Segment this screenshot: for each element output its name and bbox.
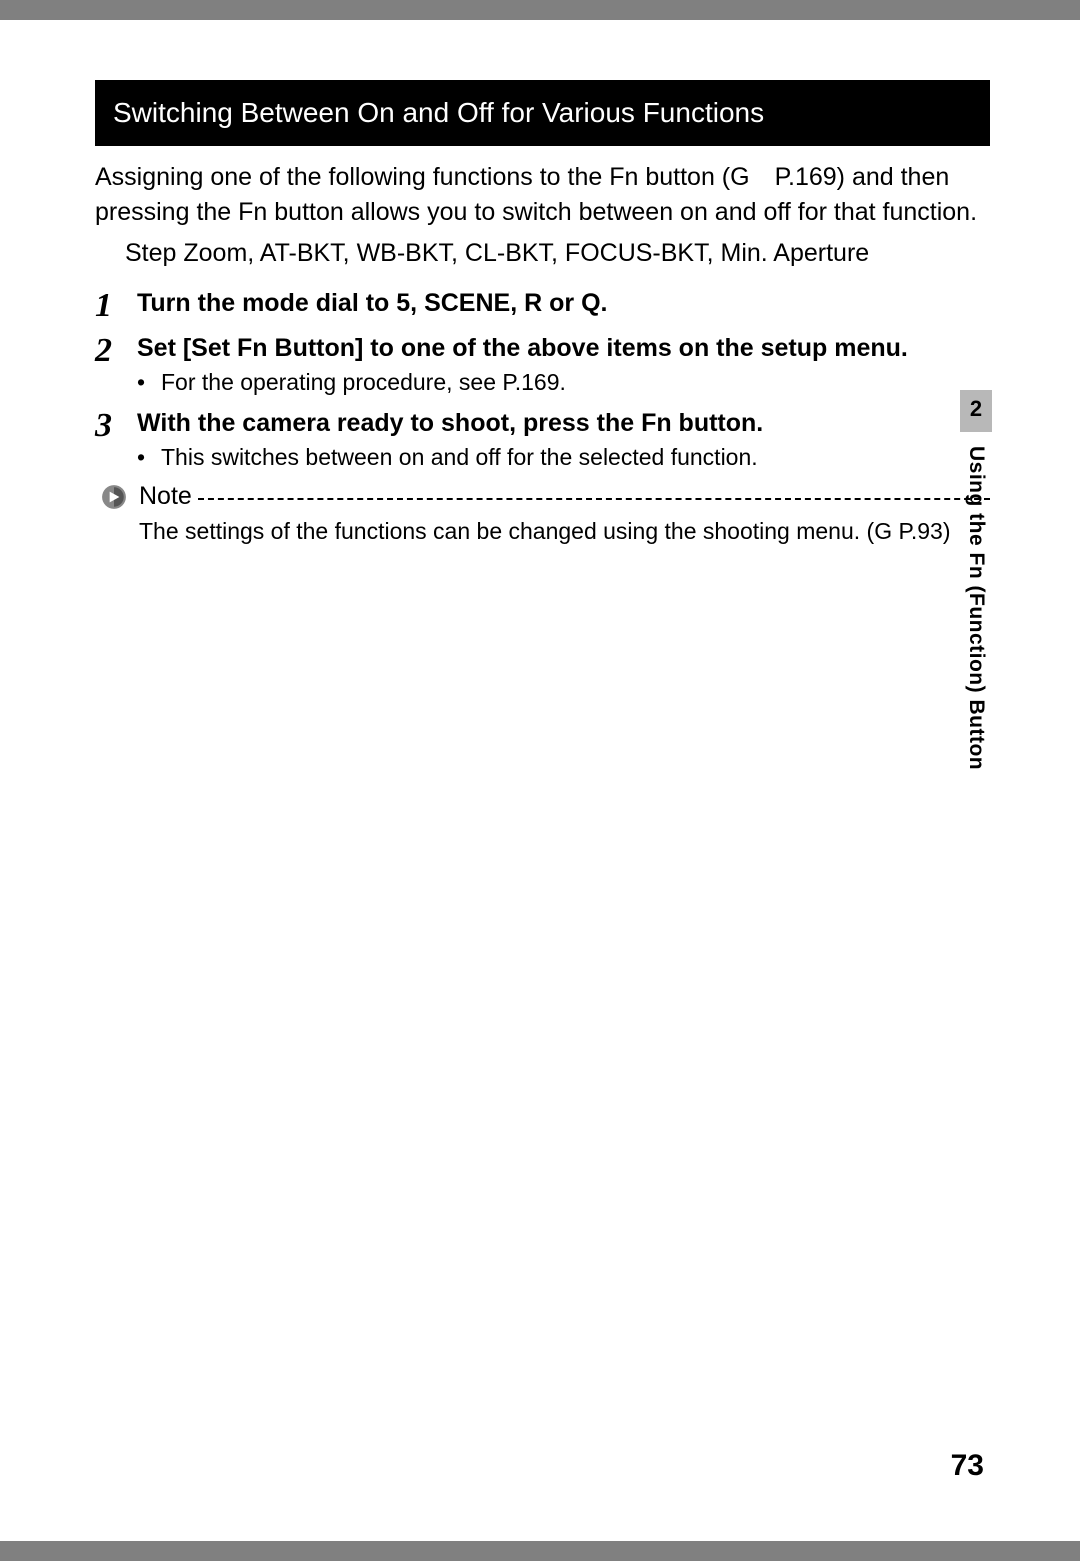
text: Turn the mode dial to [137,289,396,317]
side-tab-number: 2 [960,390,992,432]
step-sub-text: This switches between on and off for the… [161,444,758,470]
note-icon [101,484,127,510]
step-body: Turn the mode dial to 5, SCENE, R or Q. [137,287,990,321]
page-number: 73 [951,1449,984,1483]
step-sub-text: For the operating procedure, see P.169. [161,369,566,395]
step-1: 1 Turn the mode dial to 5, SCENE, R or Q… [95,287,990,324]
step-number: 2 [95,332,137,369]
mode-glyph: 5 [396,289,410,317]
side-tab: 2 Using the Fn (Function) Button [960,390,992,770]
mode-glyph: R [524,289,542,317]
step-3: 3 With the camera ready to shoot, press … [95,407,990,474]
step-body: Set [Set Fn Button] to one of the above … [137,332,990,399]
step-body: With the camera ready to shoot, press th… [137,407,990,474]
text: or [542,289,581,317]
manual-page: Switching Between On and Off for Various… [0,20,1080,1541]
step-number: 3 [95,407,137,444]
section-header: Switching Between On and Off for Various… [95,80,990,146]
step-title: Turn the mode dial to 5, SCENE, R or Q. [137,287,990,321]
step-number: 1 [95,287,137,324]
bullet-icon: • [137,441,161,474]
bullet-icon: • [137,366,161,399]
step-sub: •For the operating procedure, see P.169. [137,366,990,399]
step-title: Set [Set Fn Button] to one of the above … [137,332,990,366]
step-title: With the camera ready to shoot, press th… [137,407,990,441]
mode-glyph: Q [581,289,600,317]
side-tab-text: Using the Fn (Function) Button [964,432,988,770]
step-sub: •This switches between on and off for th… [137,441,990,474]
note-label: Note [139,482,192,511]
step-2: 2 Set [Set Fn Button] to one of the abov… [95,332,990,399]
intro-paragraph: Assigning one of the following functions… [95,160,990,230]
function-list: Step Zoom, AT-BKT, WB-BKT, CL-BKT, FOCUS… [95,236,990,271]
note-header-row: Note [95,482,990,511]
note-text: The settings of the functions can be cha… [95,515,990,547]
text: , SCENE, [410,289,524,317]
note-dash-line [198,498,990,500]
text: . [601,289,608,317]
